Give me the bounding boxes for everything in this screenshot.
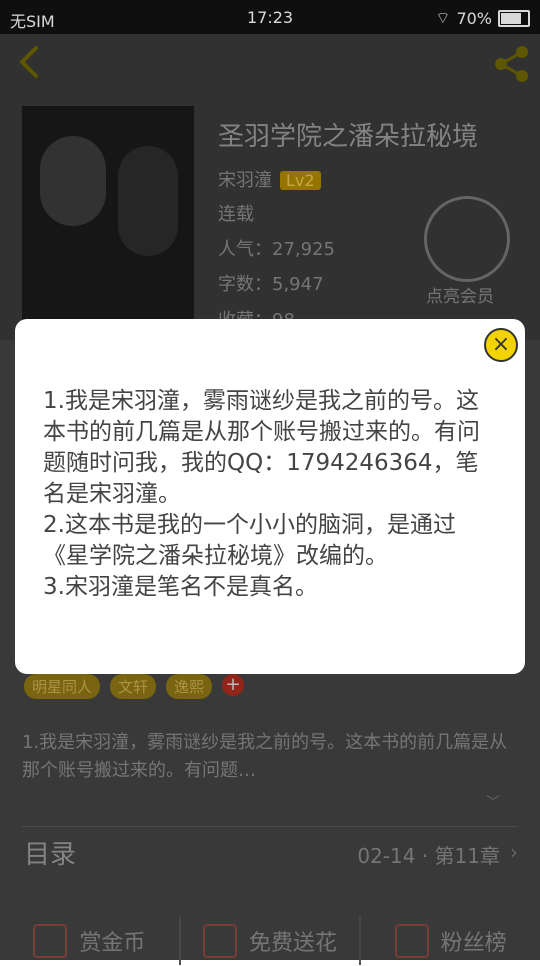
close-icon[interactable]: × [484,328,518,362]
notice-text: 1.我是宋羽潼，雾雨谜纱是我之前的号。这本书的前几篇是从那个账号搬过来的。有问题… [43,388,480,600]
notice-dialog: × 1.我是宋羽潼，雾雨谜纱是我之前的号。这本书的前几篇是从那个账号搬过来的。有… [15,319,525,674]
